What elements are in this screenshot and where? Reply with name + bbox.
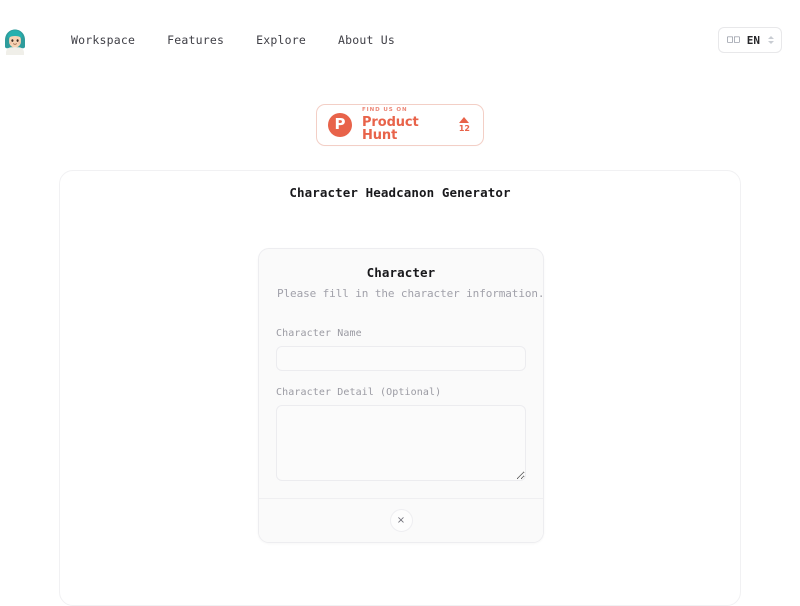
avatar-icon (5, 29, 25, 55)
nav-item-features[interactable]: Features (151, 27, 240, 53)
character-name-input[interactable] (276, 346, 526, 371)
modal-body: Character Name Character Detail (Optiona… (259, 310, 543, 498)
character-name-label: Character Name (276, 328, 362, 339)
modal-header: Character Please fill in the character i… (259, 249, 543, 310)
main-nav: Workspace Features Explore About Us (55, 27, 411, 53)
close-x-icon: × (396, 514, 406, 526)
modal-subtitle: Please fill in the character information… (277, 287, 544, 300)
product-hunt-pretext: FIND US ON (362, 107, 408, 114)
nav-item-workspace[interactable]: Workspace (55, 27, 151, 53)
modal-title: Character (366, 265, 436, 280)
header-actions: □□ EN (718, 27, 782, 53)
language-code: EN (746, 33, 760, 47)
product-hunt-logo-icon: P (328, 113, 352, 137)
main-panel: Character Headcanon Generator Character … (59, 170, 741, 606)
product-hunt-badge[interactable]: P FIND US ON Product Hunt 12 (316, 104, 484, 146)
character-detail-label: Character Detail (Optional) (276, 387, 442, 398)
triangle-up-icon (459, 117, 470, 123)
site-header: Workspace Features Explore About Us □□ E… (0, 0, 800, 80)
chevron-updown-icon (768, 36, 774, 44)
modal-footer: × (259, 498, 543, 542)
product-hunt-section: P FIND US ON Product Hunt 12 (0, 104, 800, 146)
product-hunt-upvotes[interactable]: 12 (459, 117, 470, 133)
product-hunt-name: Product Hunt (362, 114, 419, 143)
upvote-count: 12 (458, 124, 470, 133)
product-hunt-text: FIND US ON Product Hunt (362, 108, 449, 142)
character-detail-textarea[interactable] (276, 405, 526, 481)
language-selector[interactable]: □□ EN (718, 27, 782, 53)
field-character-detail: Character Detail (Optional) (276, 387, 526, 481)
brand-logo[interactable] (0, 23, 32, 57)
close-button[interactable]: × (389, 509, 413, 532)
globe-icon: □□ (727, 34, 741, 46)
character-modal: Character Please fill in the character i… (258, 248, 544, 543)
nav-item-about-us[interactable]: About Us (322, 27, 411, 53)
page-title: Character Headcanon Generator (289, 185, 511, 200)
nav-item-explore[interactable]: Explore (240, 27, 322, 53)
field-character-name: Character Name (276, 328, 526, 371)
